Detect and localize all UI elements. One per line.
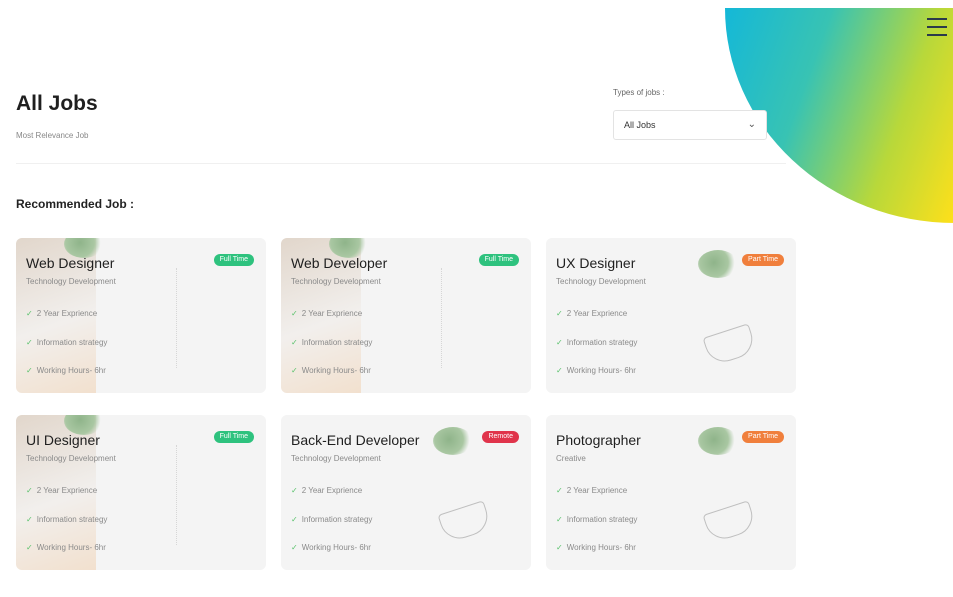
- job-feature-text: Information strategy: [36, 515, 108, 524]
- plant-decoration: [698, 250, 738, 278]
- job-feature: ✓ Information strategy: [26, 515, 107, 524]
- job-feature-text: Working Hours- 6hr: [301, 366, 371, 375]
- check-icon: ✓: [26, 543, 33, 552]
- job-feature-text: Working Hours- 6hr: [301, 543, 371, 552]
- job-feature: ✓ Working Hours- 6hr: [291, 543, 371, 552]
- job-type-badge: Remote: [482, 431, 519, 443]
- check-icon: ✓: [556, 338, 563, 347]
- glasses-decoration: [702, 500, 758, 544]
- job-type-selected-value: All Jobs: [624, 120, 656, 130]
- job-feature-text: 2 Year Exprience: [36, 309, 98, 318]
- job-feature-text: Information strategy: [566, 338, 638, 347]
- glasses-decoration: [437, 500, 493, 544]
- plant-decoration: [698, 427, 738, 455]
- job-card[interactable]: Web Designer Technology Development Full T…: [16, 238, 266, 393]
- check-icon: ✓: [291, 338, 298, 347]
- hamburger-menu-icon[interactable]: [927, 18, 947, 36]
- plant-decoration: [433, 427, 473, 455]
- job-type-badge: Part Time: [742, 254, 784, 266]
- job-feature: ✓ Information strategy: [291, 338, 372, 347]
- job-type-badge: Full Time: [213, 254, 254, 266]
- job-type-badge: Full Time: [213, 431, 254, 443]
- job-title: UI Designer: [26, 432, 100, 448]
- check-icon: ✓: [556, 515, 563, 524]
- check-icon: ✓: [556, 486, 563, 495]
- check-icon: ✓: [26, 309, 33, 318]
- job-feature: ✓ Working Hours- 6hr: [291, 366, 371, 375]
- job-card[interactable]: UI Designer Technology Development Full Ti…: [16, 415, 266, 570]
- job-title: Web Designer: [26, 255, 115, 271]
- card-dotted-line: [176, 445, 178, 545]
- check-icon: ✓: [556, 543, 563, 552]
- job-card[interactable]: Photographer Creative Part Time ✓ 2 Year Exp…: [546, 415, 796, 570]
- job-feature: ✓ 2 Year Exprience: [556, 309, 627, 318]
- job-card[interactable]: Web Developer Technology Development Full …: [281, 238, 531, 393]
- job-feature-text: Information strategy: [301, 515, 373, 524]
- job-feature: ✓ 2 Year Exprience: [291, 309, 362, 318]
- job-feature: ✓ Working Hours- 6hr: [26, 366, 106, 375]
- job-feature: ✓ 2 Year Exprience: [556, 486, 627, 495]
- job-card[interactable]: Back-End Developer Technology Development…: [281, 415, 531, 570]
- job-feature-text: Information strategy: [566, 515, 638, 524]
- job-feature: ✓ Information strategy: [291, 515, 372, 524]
- job-category: Creative: [556, 454, 586, 463]
- check-icon: ✓: [26, 366, 33, 375]
- check-icon: ✓: [291, 366, 298, 375]
- check-icon: ✓: [291, 309, 298, 318]
- check-icon: ✓: [26, 338, 33, 347]
- job-feature-text: Working Hours- 6hr: [566, 543, 636, 552]
- job-category: Technology Development: [556, 277, 646, 286]
- job-type-select[interactable]: All Jobs ⌄: [613, 110, 767, 140]
- job-feature-text: 2 Year Exprience: [36, 486, 98, 495]
- job-feature-text: 2 Year Exprience: [566, 486, 628, 495]
- job-feature-text: 2 Year Exprience: [301, 486, 363, 495]
- job-feature-text: Working Hours- 6hr: [566, 366, 636, 375]
- job-feature-text: Working Hours- 6hr: [36, 366, 106, 375]
- job-category: Technology Development: [291, 454, 381, 463]
- check-icon: ✓: [291, 515, 298, 524]
- check-icon: ✓: [291, 486, 298, 495]
- job-title: Photographer: [556, 432, 641, 448]
- check-icon: ✓: [291, 543, 298, 552]
- job-type-badge: Full Time: [478, 254, 519, 266]
- glasses-decoration: [702, 323, 758, 367]
- job-title: UX Designer: [556, 255, 636, 271]
- card-dotted-line: [441, 268, 443, 368]
- job-feature-text: 2 Year Exprience: [566, 309, 628, 318]
- check-icon: ✓: [26, 486, 33, 495]
- job-feature-text: Information strategy: [301, 338, 373, 347]
- job-feature: ✓ Information strategy: [556, 338, 637, 347]
- job-feature: ✓ 2 Year Exprience: [26, 486, 97, 495]
- check-icon: ✓: [556, 366, 563, 375]
- page-subtitle: Most Relevance Job: [16, 131, 89, 140]
- job-title: Web Developer: [291, 255, 388, 271]
- check-icon: ✓: [556, 309, 563, 318]
- chevron-down-icon: ⌄: [747, 119, 756, 130]
- check-icon: ✓: [26, 515, 33, 524]
- job-type-label: Types of jobs :: [613, 88, 665, 97]
- job-category: Technology Development: [291, 277, 381, 286]
- job-card[interactable]: UX Designer Technology Development Part Ti…: [546, 238, 796, 393]
- card-dotted-line: [176, 268, 178, 368]
- job-feature: ✓ Information strategy: [556, 515, 637, 524]
- job-feature: ✓ Working Hours- 6hr: [556, 543, 636, 552]
- job-feature-text: Information strategy: [36, 338, 108, 347]
- section-title: Recommended Job :: [16, 197, 135, 211]
- job-category: Technology Development: [26, 454, 116, 463]
- page-title: All Jobs: [16, 92, 98, 115]
- job-category: Technology Development: [26, 277, 116, 286]
- job-title: Back-End Developer: [291, 432, 420, 448]
- job-feature-text: Working Hours- 6hr: [36, 543, 106, 552]
- job-feature: ✓ 2 Year Exprience: [26, 309, 97, 318]
- job-feature: ✓ Working Hours- 6hr: [556, 366, 636, 375]
- job-feature: ✓ Information strategy: [26, 338, 107, 347]
- job-type-badge: Part Time: [742, 431, 784, 443]
- job-feature: ✓ Working Hours- 6hr: [26, 543, 106, 552]
- job-feature-text: 2 Year Exprience: [301, 309, 363, 318]
- header-divider: [16, 163, 786, 164]
- job-feature: ✓ 2 Year Exprience: [291, 486, 362, 495]
